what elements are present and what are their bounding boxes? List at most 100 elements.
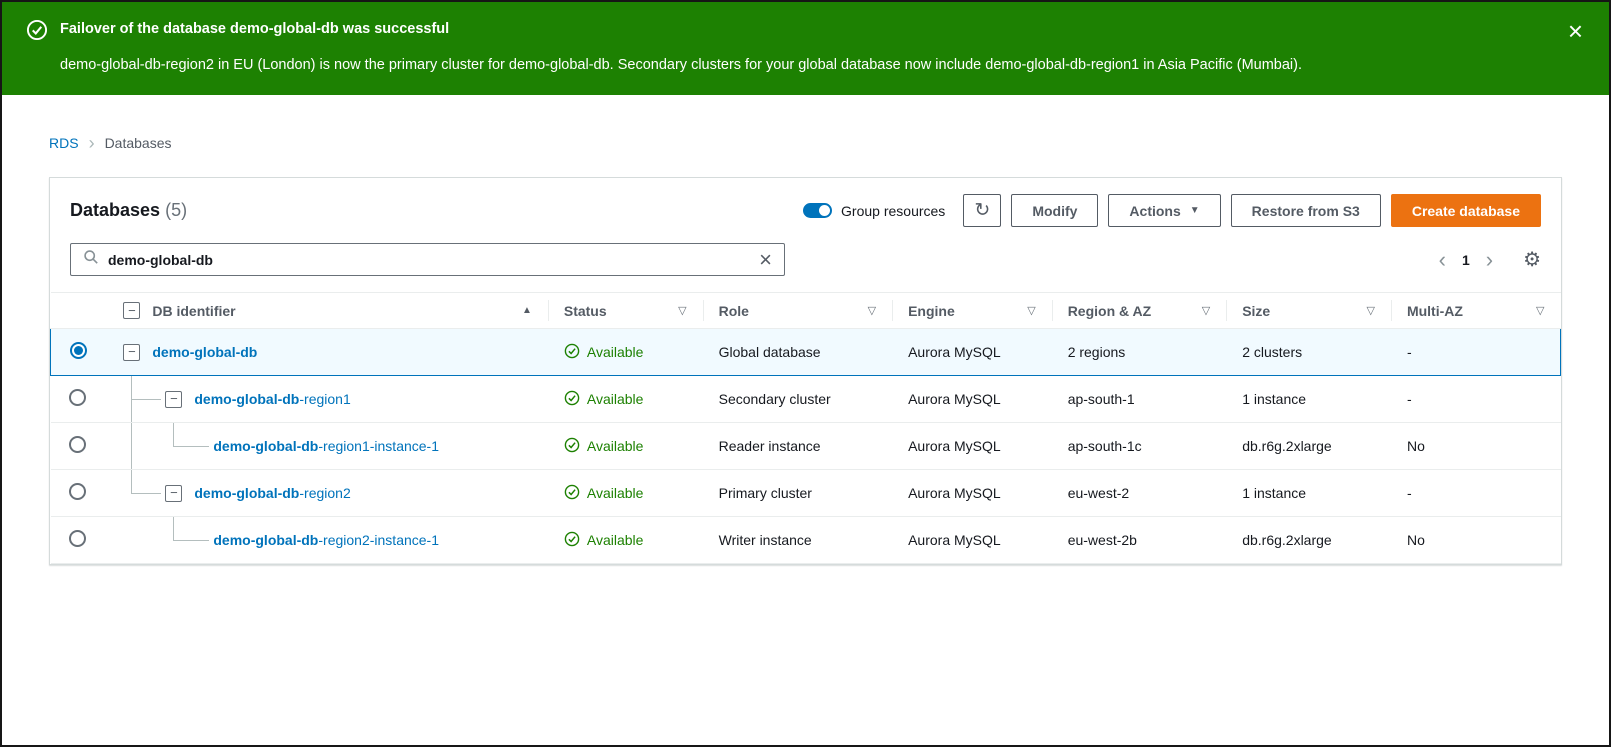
tree-line bbox=[131, 423, 132, 469]
tree-line bbox=[173, 423, 174, 446]
db-name: demo-global-db bbox=[194, 391, 299, 407]
actions-button[interactable]: Actions ▼ bbox=[1108, 194, 1220, 227]
status-badge: Available bbox=[587, 532, 644, 548]
filter-down-icon[interactable]: ▽ bbox=[1536, 304, 1544, 317]
header-engine[interactable]: Engine▽ bbox=[892, 293, 1052, 329]
role-cell: Writer instance bbox=[703, 517, 892, 564]
db-identifier-link[interactable]: demo-global-db-region2 bbox=[194, 485, 350, 501]
page-title: Databases (5) bbox=[70, 200, 187, 221]
header-role[interactable]: Role ▽ bbox=[703, 293, 892, 329]
row-radio[interactable] bbox=[69, 436, 86, 453]
table-row: − demo-global-db-region1 Available Secon… bbox=[51, 376, 1561, 423]
tree-line bbox=[131, 470, 132, 493]
group-resources-label: Group resources bbox=[841, 203, 945, 219]
header-status-label: Status bbox=[564, 303, 607, 319]
collapse-all-icon[interactable]: − bbox=[123, 302, 140, 319]
prev-page-icon[interactable]: ‹ bbox=[1439, 250, 1446, 270]
db-name: demo-global-db bbox=[152, 344, 257, 360]
header-region-az[interactable]: Region & AZ▽ bbox=[1052, 293, 1227, 329]
row-radio-selected[interactable] bbox=[70, 342, 87, 359]
status-available-icon bbox=[564, 390, 580, 409]
db-identifier-link[interactable]: demo-global-db-region1-instance-1 bbox=[213, 438, 439, 454]
pagination: ‹ 1 › ⚙ bbox=[1439, 247, 1541, 272]
search-box: × bbox=[70, 243, 785, 276]
sort-ascending-icon[interactable]: ▲ bbox=[522, 305, 532, 316]
filter-down-icon[interactable]: ▽ bbox=[1366, 304, 1374, 317]
breadcrumb-rds-link[interactable]: RDS bbox=[49, 135, 79, 151]
table-row: demo-global-db-region2-instance-1 Availa… bbox=[51, 517, 1561, 564]
databases-panel: Databases (5) Group resources ↻ Modify A… bbox=[49, 177, 1562, 565]
gear-icon[interactable]: ⚙ bbox=[1523, 247, 1541, 272]
size-cell: db.r6g.2xlarge bbox=[1226, 423, 1391, 470]
row-radio[interactable] bbox=[69, 389, 86, 406]
tree-line bbox=[173, 540, 209, 541]
region-cell: eu-west-2b bbox=[1052, 517, 1227, 564]
banner-close-icon[interactable]: × bbox=[1568, 18, 1583, 44]
header-role-label: Role bbox=[719, 303, 749, 319]
collapse-row-icon[interactable]: − bbox=[165, 391, 182, 408]
breadcrumb-current: Databases bbox=[105, 135, 172, 151]
filter-down-icon[interactable]: ▽ bbox=[1027, 304, 1035, 317]
success-banner: Failover of the database demo-global-db … bbox=[2, 2, 1609, 95]
row-radio[interactable] bbox=[69, 530, 86, 547]
header-multi-az[interactable]: Multi-AZ ▽ bbox=[1391, 293, 1561, 329]
filter-down-icon[interactable]: ▽ bbox=[678, 304, 686, 317]
header-size-label: Size bbox=[1242, 303, 1270, 319]
db-suffix: -region1 bbox=[299, 391, 350, 407]
modify-button[interactable]: Modify bbox=[1011, 194, 1098, 227]
size-cell: 2 clusters bbox=[1226, 329, 1391, 376]
search-input[interactable] bbox=[108, 252, 750, 268]
breadcrumb: RDS › Databases bbox=[49, 135, 1562, 151]
db-identifier-link[interactable]: demo-global-db-region2-instance-1 bbox=[213, 532, 439, 548]
header-db-identifier[interactable]: − DB identifier ▲ bbox=[105, 293, 547, 329]
app-window: Failover of the database demo-global-db … bbox=[0, 0, 1611, 747]
header-size[interactable]: Size ▽ bbox=[1226, 293, 1391, 329]
clear-search-icon[interactable]: × bbox=[759, 249, 772, 271]
banner-message: demo-global-db-region2 in EU (London) is… bbox=[60, 55, 1553, 75]
status-badge: Available bbox=[587, 391, 644, 407]
engine-cell: Aurora MySQL bbox=[892, 517, 1052, 564]
size-cell: db.r6g.2xlarge bbox=[1226, 517, 1391, 564]
db-identifier-link[interactable]: demo-global-db-region1 bbox=[194, 391, 350, 407]
refresh-button[interactable]: ↻ bbox=[963, 194, 1001, 227]
group-resources-toggle[interactable] bbox=[803, 203, 832, 218]
status-available-icon bbox=[564, 484, 580, 503]
role-cell: Secondary cluster bbox=[703, 376, 892, 423]
header-status[interactable]: Status ▽ bbox=[548, 293, 703, 329]
filter-down-icon[interactable]: ▽ bbox=[868, 304, 876, 317]
status-badge: Available bbox=[587, 438, 644, 454]
restore-from-s3-button[interactable]: Restore from S3 bbox=[1231, 194, 1381, 227]
collapse-row-icon[interactable]: − bbox=[123, 344, 140, 361]
row-radio[interactable] bbox=[69, 483, 86, 500]
size-cell: 1 instance bbox=[1226, 470, 1391, 517]
size-cell: 1 instance bbox=[1226, 376, 1391, 423]
header-select-column bbox=[51, 293, 106, 329]
status-available-icon bbox=[564, 343, 580, 362]
table-row: − demo-global-db-region2 Available Prima… bbox=[51, 470, 1561, 517]
engine-cell: Aurora MySQL bbox=[892, 376, 1052, 423]
panel-heading: Databases bbox=[70, 200, 160, 220]
chevron-down-icon: ▼ bbox=[1190, 206, 1200, 216]
filter-down-icon[interactable]: ▽ bbox=[1202, 304, 1210, 317]
engine-cell: Aurora MySQL bbox=[892, 470, 1052, 517]
create-database-button[interactable]: Create database bbox=[1391, 194, 1541, 227]
header-multiaz-label: Multi-AZ bbox=[1407, 303, 1463, 319]
db-suffix: -region2 bbox=[299, 485, 350, 501]
role-cell: Primary cluster bbox=[703, 470, 892, 517]
region-cell: ap-south-1c bbox=[1052, 423, 1227, 470]
table-header-row: − DB identifier ▲ Status▽ Role▽ Engine▽ … bbox=[51, 293, 1561, 329]
banner-title: Failover of the database demo-global-db … bbox=[60, 19, 449, 39]
db-suffix: -region2-instance-1 bbox=[318, 532, 439, 548]
header-db-label: DB identifier bbox=[152, 303, 235, 319]
status-badge: Available bbox=[587, 485, 644, 501]
db-identifier-link[interactable]: demo-global-db bbox=[152, 344, 257, 360]
current-page-button[interactable]: 1 bbox=[1462, 252, 1470, 268]
db-suffix: -region1-instance-1 bbox=[318, 438, 439, 454]
check-circle-icon bbox=[26, 19, 48, 46]
search-icon bbox=[83, 249, 99, 270]
region-cell: ap-south-1 bbox=[1052, 376, 1227, 423]
next-page-icon[interactable]: › bbox=[1486, 250, 1493, 270]
tree-line bbox=[173, 517, 174, 540]
actions-label: Actions bbox=[1129, 203, 1180, 219]
collapse-row-icon[interactable]: − bbox=[165, 485, 182, 502]
